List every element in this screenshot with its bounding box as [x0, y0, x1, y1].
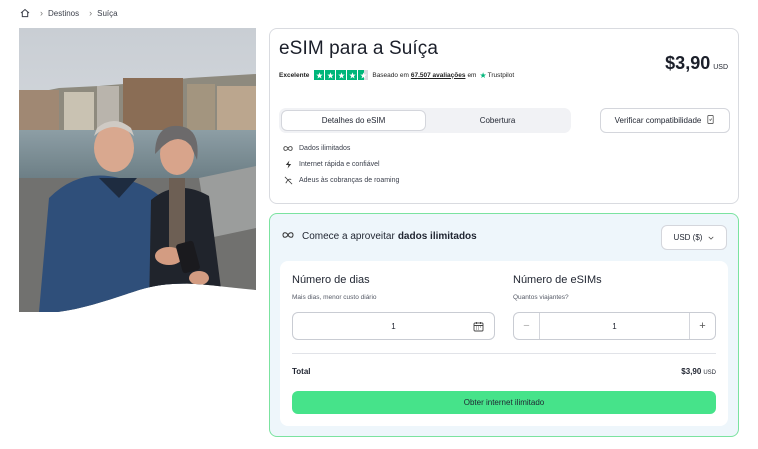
price: $3,90 USD	[665, 53, 728, 74]
divider	[292, 353, 716, 354]
star-half-icon	[358, 70, 369, 80]
total-price: $3,90 USD	[681, 367, 716, 376]
hero-photo	[19, 28, 256, 312]
rating-based-on: Baseado em	[372, 71, 409, 79]
feature-text: Adeus às cobranças de roaming	[299, 176, 400, 184]
configurator-header-bold: dados ilimitados	[397, 231, 477, 242]
feature-item: Dados ilimitados	[283, 140, 399, 156]
no-roaming-icon	[283, 175, 293, 185]
sims-stepper: − 1 +	[513, 312, 716, 340]
tab-esim-details[interactable]: Detalhes do eSIM	[281, 110, 426, 131]
page-title: eSIM para a Suíça	[279, 38, 439, 59]
product-card: eSIM para a Suíça Excelente Baseado em 6…	[269, 28, 739, 204]
feature-item: Adeus às cobranças de roaming	[283, 172, 399, 188]
hero-image	[19, 28, 256, 312]
star-icon	[314, 70, 325, 80]
decrement-button[interactable]: −	[514, 313, 540, 339]
star-icon	[325, 70, 336, 80]
currency-value: USD ($)	[673, 233, 703, 242]
star-icon	[336, 70, 347, 80]
price-currency: USD	[713, 64, 728, 71]
feature-item: Internet rápida e confiável	[283, 156, 399, 172]
trustpilot-logo: Trustpilot	[487, 71, 515, 79]
total-amount: $3,90	[681, 367, 702, 376]
feature-text: Dados ilimitados	[299, 144, 351, 152]
total-label: Total	[292, 367, 311, 376]
reviews-link[interactable]: 67.507 avaliações	[411, 72, 466, 79]
home-icon[interactable]	[20, 8, 30, 18]
configurator-header: Comece a aproveitar dados ilimitados	[282, 231, 477, 242]
detail-tabs: Detalhes do eSIM Cobertura	[279, 108, 571, 133]
star-icon	[347, 70, 358, 80]
feature-text: Internet rápida e confiável	[299, 160, 380, 168]
feature-list: Dados ilimitados Internet rápida e confi…	[283, 140, 399, 188]
breadcrumb-link-suica[interactable]: Suíça	[97, 9, 117, 18]
sims-label: Número de eSIMs	[513, 274, 602, 286]
days-label: Número de dias	[292, 274, 370, 286]
chevron-right-icon: ›	[89, 8, 93, 18]
verify-compatibility-button[interactable]: Verificar compatibilidade	[600, 108, 730, 133]
sims-hint: Quantos viajantes?	[513, 294, 569, 301]
days-hint: Mais dias, menor custo diário	[292, 294, 377, 301]
get-internet-button[interactable]: Obter internet ilimitado	[292, 391, 716, 414]
currency-select[interactable]: USD ($)	[661, 225, 727, 250]
infinity-icon	[283, 143, 293, 153]
days-value: 1	[391, 321, 396, 331]
breadcrumb-link-destinos[interactable]: Destinos	[48, 9, 79, 18]
increment-button[interactable]: +	[689, 313, 715, 339]
verify-compatibility-label: Verificar compatibilidade	[614, 116, 702, 125]
phone-check-icon	[706, 115, 715, 126]
days-input[interactable]: 1	[292, 312, 495, 340]
plan-configurator: Comece a aproveitar dados ilimitados USD…	[269, 213, 739, 437]
infinity-icon	[282, 231, 294, 242]
configurator-header-prefix: Comece a aproveitar	[302, 231, 395, 242]
breadcrumb: › Destinos › Suíça	[20, 6, 118, 20]
rating-stars	[314, 70, 369, 80]
tab-coverage[interactable]: Cobertura	[426, 110, 569, 131]
trustpilot-star-icon: ★	[479, 70, 487, 80]
calendar-icon[interactable]	[473, 321, 484, 332]
price-amount: $3,90	[665, 53, 711, 73]
chevron-down-icon	[708, 233, 714, 242]
rating-label: Excelente	[279, 71, 310, 79]
lightning-icon	[283, 159, 293, 169]
sims-value[interactable]: 1	[540, 322, 689, 331]
rating-on: em	[467, 71, 477, 79]
chevron-right-icon: ›	[40, 8, 43, 18]
configurator-panel: Número de dias Mais dias, menor custo di…	[280, 261, 728, 426]
total-currency: USD	[703, 370, 716, 376]
trustpilot-rating: Excelente Baseado em 67.507 avaliações e…	[279, 70, 514, 80]
